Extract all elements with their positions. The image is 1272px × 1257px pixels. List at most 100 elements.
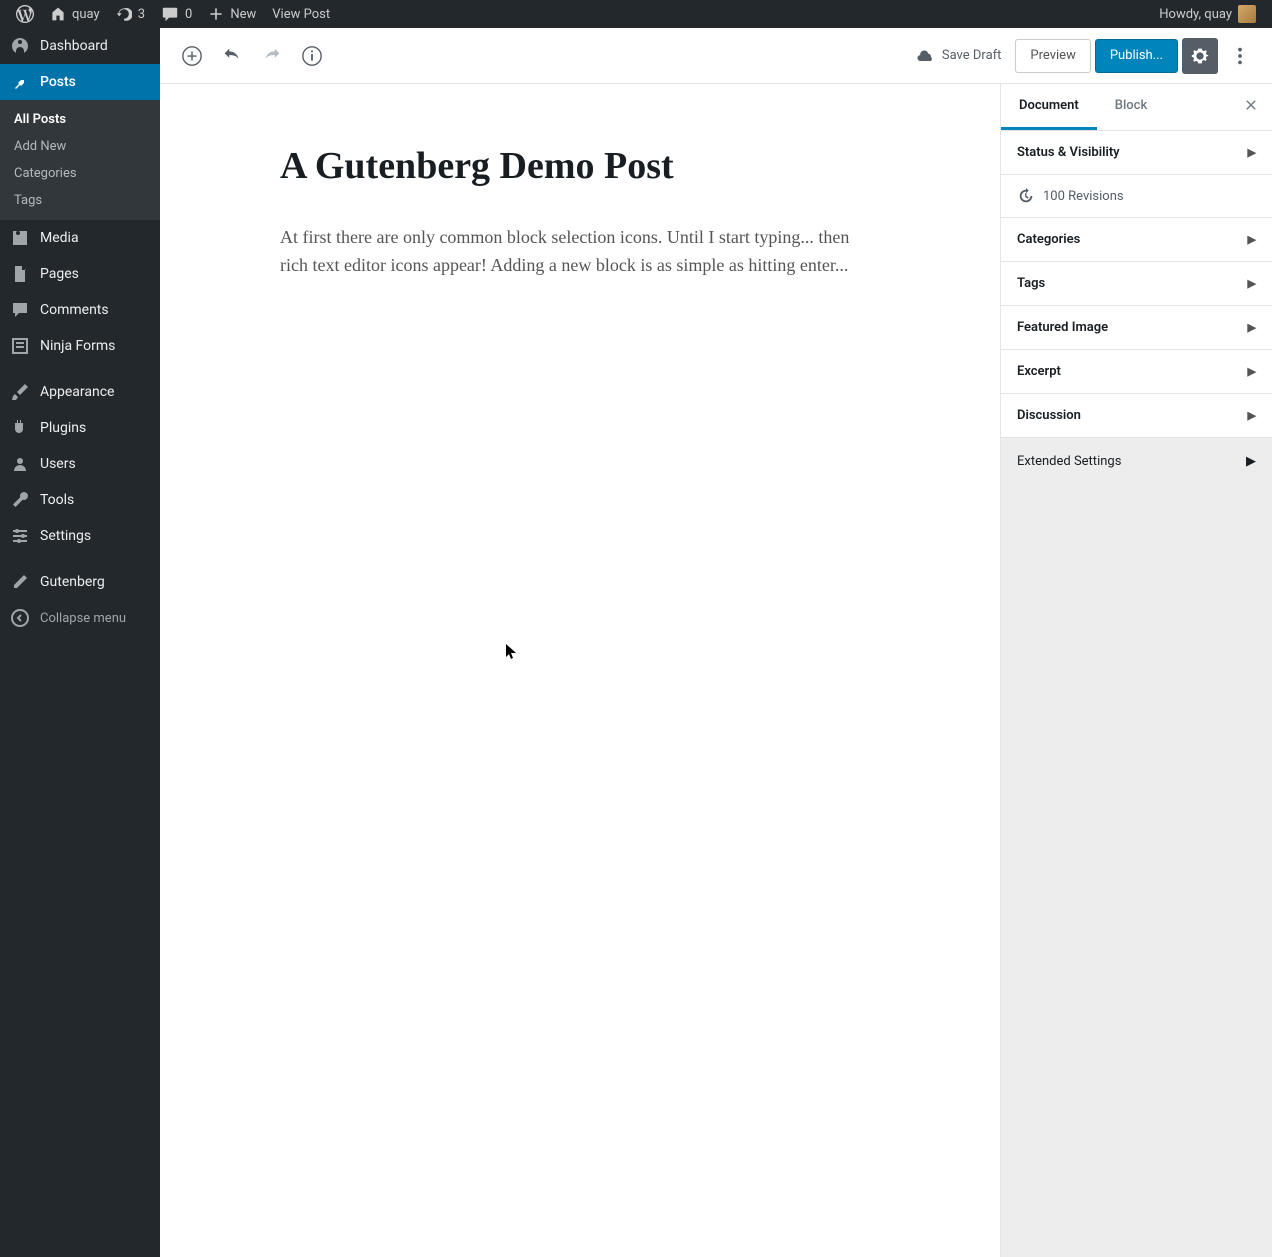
posts-submenu: All Posts Add New Categories Tags bbox=[0, 100, 160, 220]
sidebar-label: Users bbox=[40, 456, 76, 472]
sidebar-label: Pages bbox=[40, 266, 79, 282]
new-content[interactable]: New bbox=[200, 0, 264, 28]
preview-label: Preview bbox=[1030, 48, 1075, 63]
redo-button[interactable] bbox=[254, 38, 290, 74]
sidebar-item-dashboard[interactable]: Dashboard bbox=[0, 28, 160, 64]
page-icon bbox=[10, 264, 30, 284]
save-draft-button[interactable]: Save Draft bbox=[906, 46, 1012, 66]
wp-logo[interactable] bbox=[8, 0, 42, 28]
site-name[interactable]: quay bbox=[42, 0, 108, 28]
user-avatar-icon bbox=[1238, 5, 1256, 23]
sub-add-new[interactable]: Add New bbox=[0, 133, 160, 160]
sidebar-label: Comments bbox=[40, 302, 109, 318]
sidebar-item-tools[interactable]: Tools bbox=[0, 482, 160, 518]
more-menu[interactable] bbox=[1222, 38, 1258, 74]
view-post-label: View Post bbox=[272, 7, 330, 22]
sub-tags[interactable]: Tags bbox=[0, 187, 160, 214]
sidebar-item-users[interactable]: Users bbox=[0, 446, 160, 482]
comment-icon bbox=[10, 300, 30, 320]
sidebar-item-appearance[interactable]: Appearance bbox=[0, 374, 160, 410]
undo-icon bbox=[221, 45, 243, 67]
chevron-right-icon: ▶ bbox=[1248, 365, 1256, 378]
collapse-menu[interactable]: Collapse menu bbox=[0, 600, 160, 636]
sidebar-item-comments[interactable]: Comments bbox=[0, 292, 160, 328]
view-post[interactable]: View Post bbox=[264, 0, 338, 28]
sidebar-label: Tools bbox=[40, 492, 74, 508]
plugin-icon bbox=[10, 418, 30, 438]
chevron-right-icon: ▶ bbox=[1248, 146, 1256, 159]
plus-circle-icon bbox=[181, 45, 203, 67]
publish-button[interactable]: Publish... bbox=[1095, 39, 1178, 73]
sidebar-item-posts[interactable]: Posts bbox=[0, 64, 160, 100]
sidebar-label: Gutenberg bbox=[40, 574, 105, 590]
revisions-link[interactable]: 100 Revisions bbox=[1001, 175, 1272, 218]
publish-label: Publish... bbox=[1110, 48, 1163, 63]
post-title[interactable]: A Gutenberg Demo Post bbox=[280, 144, 880, 188]
close-inspector[interactable] bbox=[1230, 84, 1272, 130]
inspector-sidebar: Document Block Status & Visibility ▶ 100… bbox=[1000, 84, 1272, 1257]
brush-icon bbox=[10, 382, 30, 402]
panel-label: Discussion bbox=[1017, 408, 1081, 423]
chevron-right-icon: ▶ bbox=[1248, 409, 1256, 422]
sub-all-posts[interactable]: All Posts bbox=[0, 106, 160, 133]
panel-extended-settings[interactable]: Extended Settings ▶ bbox=[1001, 438, 1272, 485]
sidebar-item-pages[interactable]: Pages bbox=[0, 256, 160, 292]
undo-button[interactable] bbox=[214, 38, 250, 74]
panel-discussion[interactable]: Discussion ▶ bbox=[1001, 394, 1272, 438]
collapse-icon bbox=[10, 608, 30, 628]
panel-status-visibility[interactable]: Status & Visibility ▶ bbox=[1001, 131, 1272, 175]
sidebar-label: Plugins bbox=[40, 420, 86, 436]
sidebar-item-media[interactable]: Media bbox=[0, 220, 160, 256]
media-icon bbox=[10, 228, 30, 248]
settings-toggle[interactable] bbox=[1182, 38, 1218, 74]
kebab-icon bbox=[1229, 45, 1251, 67]
sidebar-item-settings[interactable]: Settings bbox=[0, 518, 160, 554]
info-button[interactable] bbox=[294, 38, 330, 74]
comments-count: 0 bbox=[185, 7, 192, 22]
editor-topbar: Save Draft Preview Publish... bbox=[160, 28, 1272, 84]
tools-icon bbox=[10, 490, 30, 510]
panel-excerpt[interactable]: Excerpt ▶ bbox=[1001, 350, 1272, 394]
panel-tags[interactable]: Tags ▶ bbox=[1001, 262, 1272, 306]
close-icon bbox=[1244, 98, 1258, 112]
comments-bubble[interactable]: 0 bbox=[153, 0, 200, 28]
editor-canvas[interactable]: A Gutenberg Demo Post At first there are… bbox=[160, 84, 1000, 1257]
sidebar-label: Settings bbox=[40, 528, 91, 544]
users-icon bbox=[10, 454, 30, 474]
site-name-label: quay bbox=[72, 7, 100, 22]
tab-block[interactable]: Block bbox=[1097, 84, 1165, 130]
revisions-label: 100 Revisions bbox=[1043, 189, 1124, 204]
panel-label: Tags bbox=[1017, 276, 1045, 291]
sidebar-label: Media bbox=[40, 230, 79, 246]
chevron-right-icon: ▶ bbox=[1248, 277, 1256, 290]
howdy-label: Howdy, quay bbox=[1159, 7, 1232, 22]
history-icon bbox=[1017, 187, 1035, 205]
updates[interactable]: 3 bbox=[108, 0, 153, 28]
editor-main: Save Draft Preview Publish... A Gutenber… bbox=[160, 28, 1272, 1257]
sidebar-item-gutenberg[interactable]: Gutenberg bbox=[0, 564, 160, 600]
post-paragraph[interactable]: At first there are only common block sel… bbox=[280, 224, 880, 280]
sliders-icon bbox=[10, 526, 30, 546]
sidebar-label: Dashboard bbox=[40, 38, 108, 54]
howdy[interactable]: Howdy, quay bbox=[1151, 0, 1264, 28]
sidebar-label: Posts bbox=[40, 74, 76, 90]
save-draft-label: Save Draft bbox=[942, 48, 1002, 63]
new-label: New bbox=[230, 7, 256, 22]
preview-button[interactable]: Preview bbox=[1015, 39, 1090, 73]
chevron-right-icon: ▶ bbox=[1246, 454, 1256, 469]
panel-label: Categories bbox=[1017, 232, 1080, 247]
add-block-button[interactable] bbox=[174, 38, 210, 74]
sidebar-item-ninja[interactable]: Ninja Forms bbox=[0, 328, 160, 364]
inspector-tabs: Document Block bbox=[1001, 84, 1272, 131]
panel-categories[interactable]: Categories ▶ bbox=[1001, 218, 1272, 262]
sidebar-item-plugins[interactable]: Plugins bbox=[0, 410, 160, 446]
updates-count: 3 bbox=[138, 7, 145, 22]
panel-label: Excerpt bbox=[1017, 364, 1061, 379]
sub-categories[interactable]: Categories bbox=[0, 160, 160, 187]
form-icon bbox=[10, 336, 30, 356]
tab-document[interactable]: Document bbox=[1001, 84, 1097, 130]
panel-featured-image[interactable]: Featured Image ▶ bbox=[1001, 306, 1272, 350]
pin-icon bbox=[10, 72, 30, 92]
admin-sidebar: Dashboard Posts All Posts Add New Catego… bbox=[0, 28, 160, 1257]
cursor-icon bbox=[506, 644, 518, 660]
